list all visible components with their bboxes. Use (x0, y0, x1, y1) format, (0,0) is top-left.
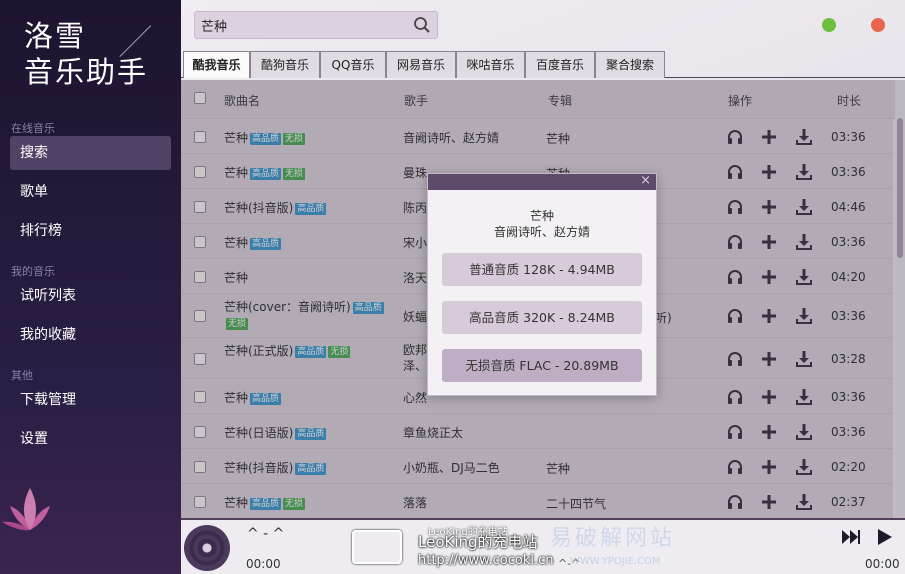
dialog-song-title: 芒种 (529, 209, 554, 223)
app-logo: 洛雪 音乐助手 (24, 18, 174, 90)
lotus-decoration (2, 488, 50, 531)
top-bar (181, 0, 905, 50)
player-time-total: 00:00 (865, 557, 900, 571)
player-title: ^ - ^ (247, 526, 285, 542)
sidebar-item-settings[interactable]: 设置 (10, 422, 171, 456)
sidebar-item-favorites[interactable]: 我的收藏 (10, 318, 171, 352)
quality-128k-button[interactable]: 普通音质 128K - 4.94MB (442, 253, 642, 286)
dialog-header: × (428, 173, 656, 190)
site-watermark-url: WWW.YPOJIE.COM (570, 556, 661, 567)
tab-kugou[interactable]: 酷狗音乐 (250, 51, 320, 78)
quality-dialog: × 芒种 音阙诗听、赵方婧 普通音质 128K - 4.94MB 高品音质 32… (427, 173, 657, 396)
sidebar-item-downloads[interactable]: 下载管理 (10, 383, 171, 417)
logo-line-2: 音乐助手 (24, 55, 149, 89)
sidebar-item-charts[interactable]: 排行榜 (10, 214, 171, 248)
section-title-my-music: 我的音乐 (11, 265, 55, 278)
play-icon[interactable] (875, 528, 893, 546)
tab-kuwo[interactable]: 酷我音乐 (183, 51, 250, 78)
tab-baidu[interactable]: 百度音乐 (525, 51, 595, 78)
album-disc[interactable] (184, 525, 230, 571)
sidebar-item-playlists[interactable]: 歌单 (10, 175, 171, 209)
next-track-icon[interactable] (841, 528, 861, 546)
close-icon[interactable]: × (640, 173, 651, 188)
search-input[interactable] (201, 12, 407, 38)
overlay-watermark-url: http://www.cocokl.cn (418, 553, 554, 568)
source-tabs: 酷我音乐 酷狗音乐 QQ音乐 网易音乐 咪咕音乐 百度音乐 聚合搜索 (181, 51, 905, 78)
logo-line-1: 洛雪 (24, 19, 87, 53)
minimize-button[interactable] (822, 18, 836, 32)
quality-flac-button[interactable]: 无损音质 FLAC - 20.89MB (442, 349, 642, 382)
search-icon[interactable] (413, 16, 431, 34)
quality-320k-button[interactable]: 高品音质 320K - 8.24MB (442, 301, 642, 334)
section-title-other: 其他 (11, 369, 33, 382)
site-watermark: 易破解网站 (550, 526, 676, 551)
section-title-online: 在线音乐 (11, 122, 55, 135)
sidebar: 洛雪 音乐助手 在线音乐 搜索 歌单 排行榜 我的音乐 试听列表 我的收藏 其他… (0, 0, 181, 574)
tab-qq[interactable]: QQ音乐 (320, 51, 386, 78)
close-window-button[interactable] (871, 18, 885, 32)
sidebar-item-search[interactable]: 搜索 (10, 136, 171, 170)
tab-aggregate[interactable]: 聚合搜索 (595, 51, 665, 78)
tab-netease[interactable]: 网易音乐 (386, 51, 456, 78)
overlay-watermark-main: LeoKing的充电站 (418, 533, 538, 551)
search-box (194, 11, 438, 39)
sidebar-item-listen-list[interactable]: 试听列表 (10, 279, 171, 313)
watermark-logo (352, 530, 402, 564)
tab-migu[interactable]: 咪咕音乐 (456, 51, 525, 78)
player-time-current: 00:00 (246, 557, 281, 571)
dialog-song-artist: 音阙诗听、赵方婧 (493, 225, 590, 239)
